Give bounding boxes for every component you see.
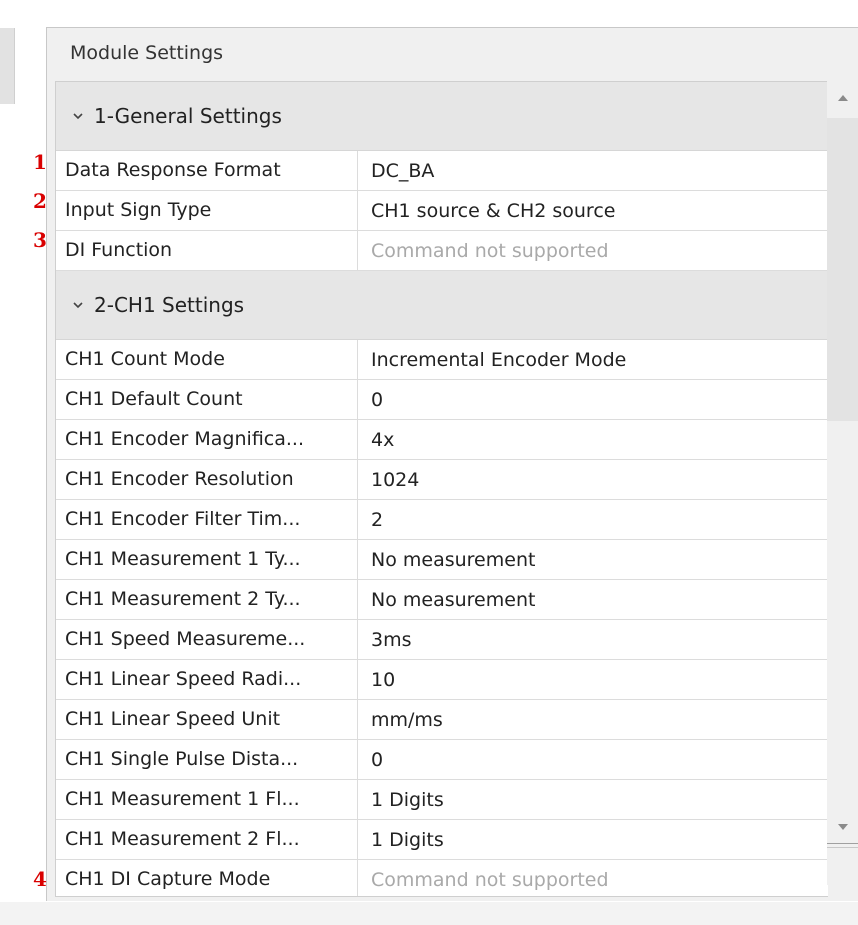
property-value[interactable]: 1024: [358, 469, 419, 491]
property-name: CH1 Encoder Filter Tim...: [56, 500, 358, 539]
property-name: CH1 Measurement 2 Ty...: [56, 580, 358, 619]
property-row-ch1-count-mode[interactable]: CH1 Count Mode Incremental Encoder Mode: [56, 340, 828, 380]
annotation-marker-2: 2: [33, 189, 47, 213]
status-area: [0, 902, 858, 925]
scrollbar-divider: [827, 843, 858, 844]
property-name: CH1 Measurement 1 Ty...: [56, 540, 358, 579]
property-name: CH1 Default Count: [56, 380, 358, 419]
property-grid: 1-General Settings Data Response Format …: [55, 81, 828, 897]
property-value: Command not supported: [371, 239, 609, 262]
property-value[interactable]: 3ms: [358, 629, 412, 651]
property-value[interactable]: No measurement: [358, 589, 535, 611]
property-row-input-sign-type[interactable]: Input Sign Type CH1 source & CH2 source: [56, 191, 828, 231]
property-row-ch1-encoder-magnification[interactable]: CH1 Encoder Magnifica... 4x: [56, 420, 828, 460]
property-value[interactable]: 4x: [358, 429, 394, 451]
property-name: CH1 Linear Speed Radi...: [56, 660, 358, 699]
property-name: CH1 Encoder Magnifica...: [56, 420, 358, 459]
property-row-ch1-measurement-2-float[interactable]: CH1 Measurement 2 Fl... 1 Digits: [56, 820, 828, 860]
property-name: CH1 Encoder Resolution: [56, 460, 358, 499]
vertical-scrollbar[interactable]: [827, 81, 858, 885]
panel-title: Module Settings: [70, 42, 224, 64]
property-value[interactable]: 0: [358, 389, 383, 411]
property-name: CH1 Count Mode: [56, 340, 358, 379]
section-general-settings[interactable]: 1-General Settings: [56, 82, 828, 151]
property-value[interactable]: 2: [358, 509, 383, 531]
scrollbar-thumb[interactable]: [827, 118, 858, 421]
property-row-ch1-single-pulse-distance[interactable]: CH1 Single Pulse Dista... 0: [56, 740, 828, 780]
property-name: Data Response Format: [56, 151, 358, 190]
property-value[interactable]: No measurement: [358, 549, 535, 571]
triangle-up-icon[interactable]: [837, 93, 849, 103]
property-name: DI Function: [56, 231, 358, 270]
section-title: 1-General Settings: [94, 104, 282, 128]
property-row-ch1-encoder-filter-time[interactable]: CH1 Encoder Filter Tim... 2: [56, 500, 828, 540]
annotation-marker-4: 4: [33, 867, 47, 891]
property-row-ch1-linear-speed-radius[interactable]: CH1 Linear Speed Radi... 10: [56, 660, 828, 700]
triangle-down-icon[interactable]: [837, 822, 849, 832]
section-ch1-settings[interactable]: 2-CH1 Settings: [56, 271, 828, 340]
property-row-ch1-measurement-2-type[interactable]: CH1 Measurement 2 Ty... No measurement: [56, 580, 828, 620]
property-row-ch1-default-count[interactable]: CH1 Default Count 0: [56, 380, 828, 420]
property-name: CH1 Measurement 2 Fl...: [56, 820, 358, 859]
property-value: Command not supported: [371, 868, 609, 891]
property-name: CH1 Measurement 1 Fl...: [56, 780, 358, 819]
property-row-di-function[interactable]: DI Function Command not supported: [56, 231, 828, 271]
property-row-ch1-encoder-resolution[interactable]: CH1 Encoder Resolution 1024: [56, 460, 828, 500]
annotation-marker-3: 3: [33, 228, 47, 252]
left-panel-edge: [0, 28, 15, 104]
property-name: CH1 Speed Measureme...: [56, 620, 358, 659]
property-value[interactable]: 1 Digits: [358, 789, 444, 811]
property-value[interactable]: 0: [358, 749, 383, 771]
property-name: CH1 Linear Speed Unit: [56, 700, 358, 739]
annotation-marker-1: 1: [33, 150, 47, 174]
scrollbar-divider: [827, 847, 858, 848]
property-row-ch1-speed-measurement[interactable]: CH1 Speed Measureme... 3ms: [56, 620, 828, 660]
section-title: 2-CH1 Settings: [94, 293, 245, 317]
property-value[interactable]: Incremental Encoder Mode: [358, 349, 626, 371]
property-value[interactable]: CH1 source & CH2 source: [358, 200, 615, 222]
property-row-data-response-format[interactable]: Data Response Format DC_BA: [56, 151, 828, 191]
property-value[interactable]: 1 Digits: [358, 829, 444, 851]
property-row-ch1-measurement-1-float[interactable]: CH1 Measurement 1 Fl... 1 Digits: [56, 780, 828, 820]
property-name: Input Sign Type: [56, 191, 358, 230]
property-value[interactable]: DC_BA: [358, 160, 434, 182]
property-name: CH1 DI Capture Mode: [56, 860, 358, 896]
chevron-down-icon[interactable]: [72, 110, 84, 122]
chevron-down-icon[interactable]: [72, 299, 84, 311]
property-row-ch1-linear-speed-unit[interactable]: CH1 Linear Speed Unit mm/ms: [56, 700, 828, 740]
property-value[interactable]: 10: [358, 669, 395, 691]
property-row-ch1-measurement-1-type[interactable]: CH1 Measurement 1 Ty... No measurement: [56, 540, 828, 580]
property-name: CH1 Single Pulse Dista...: [56, 740, 358, 779]
property-value[interactable]: mm/ms: [358, 709, 443, 731]
property-row-ch1-di-capture-mode[interactable]: CH1 DI Capture Mode Command not supporte…: [56, 860, 828, 896]
